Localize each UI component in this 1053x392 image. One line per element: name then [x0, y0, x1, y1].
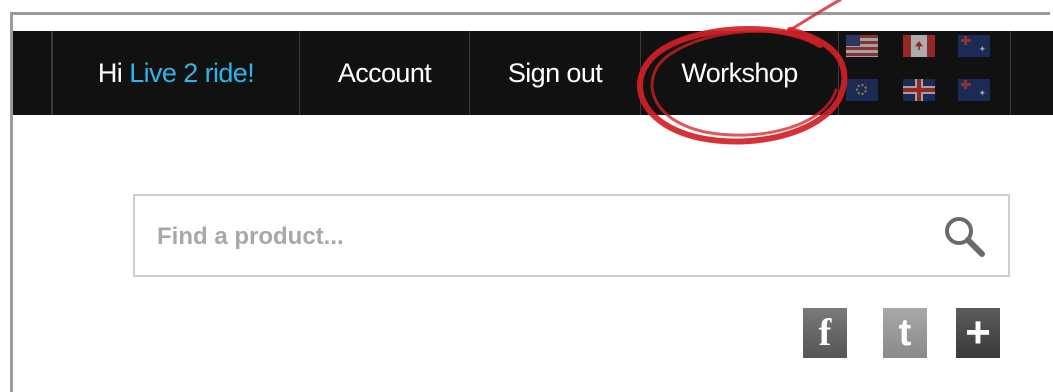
uk-flag-icon[interactable] — [903, 79, 935, 101]
workshop-label: Workshop — [681, 57, 798, 88]
search-button[interactable] — [942, 214, 988, 258]
greeting-username[interactable]: Live 2 ride! — [129, 58, 254, 89]
greeting-prefix: Hi — [97, 57, 123, 88]
account-label: Account — [337, 57, 432, 88]
us-flag-icon[interactable] — [846, 35, 878, 57]
twitter-icon: t — [898, 311, 912, 354]
product-search-box — [133, 194, 1010, 277]
eu-flag-icon[interactable] — [846, 79, 878, 101]
more-share-button[interactable]: + — [956, 308, 1000, 358]
nav-greeting[interactable]: Hi Live 2 ride! — [52, 31, 299, 115]
twitter-share-button[interactable]: t — [883, 308, 927, 358]
nav-divider — [838, 31, 839, 115]
facebook-share-button[interactable]: f — [803, 308, 847, 358]
nav-workshop-link[interactable]: Workshop — [640, 31, 838, 115]
search-icon — [945, 217, 985, 257]
nav-account-link[interactable]: Account — [299, 31, 469, 115]
nav-signout-link[interactable]: Sign out — [469, 31, 640, 115]
nav-divider — [1010, 31, 1011, 115]
new-zealand-flag-icon[interactable] — [958, 79, 990, 101]
signout-label: Sign out — [507, 57, 603, 88]
search-input[interactable] — [155, 196, 919, 277]
plus-icon: + — [965, 308, 991, 357]
canada-flag-icon[interactable] — [903, 35, 935, 57]
top-navbar: Hi Live 2 ride! Account Sign out Worksho… — [13, 31, 1053, 115]
facebook-icon: f — [818, 312, 832, 354]
australia-flag-icon[interactable] — [958, 35, 990, 57]
